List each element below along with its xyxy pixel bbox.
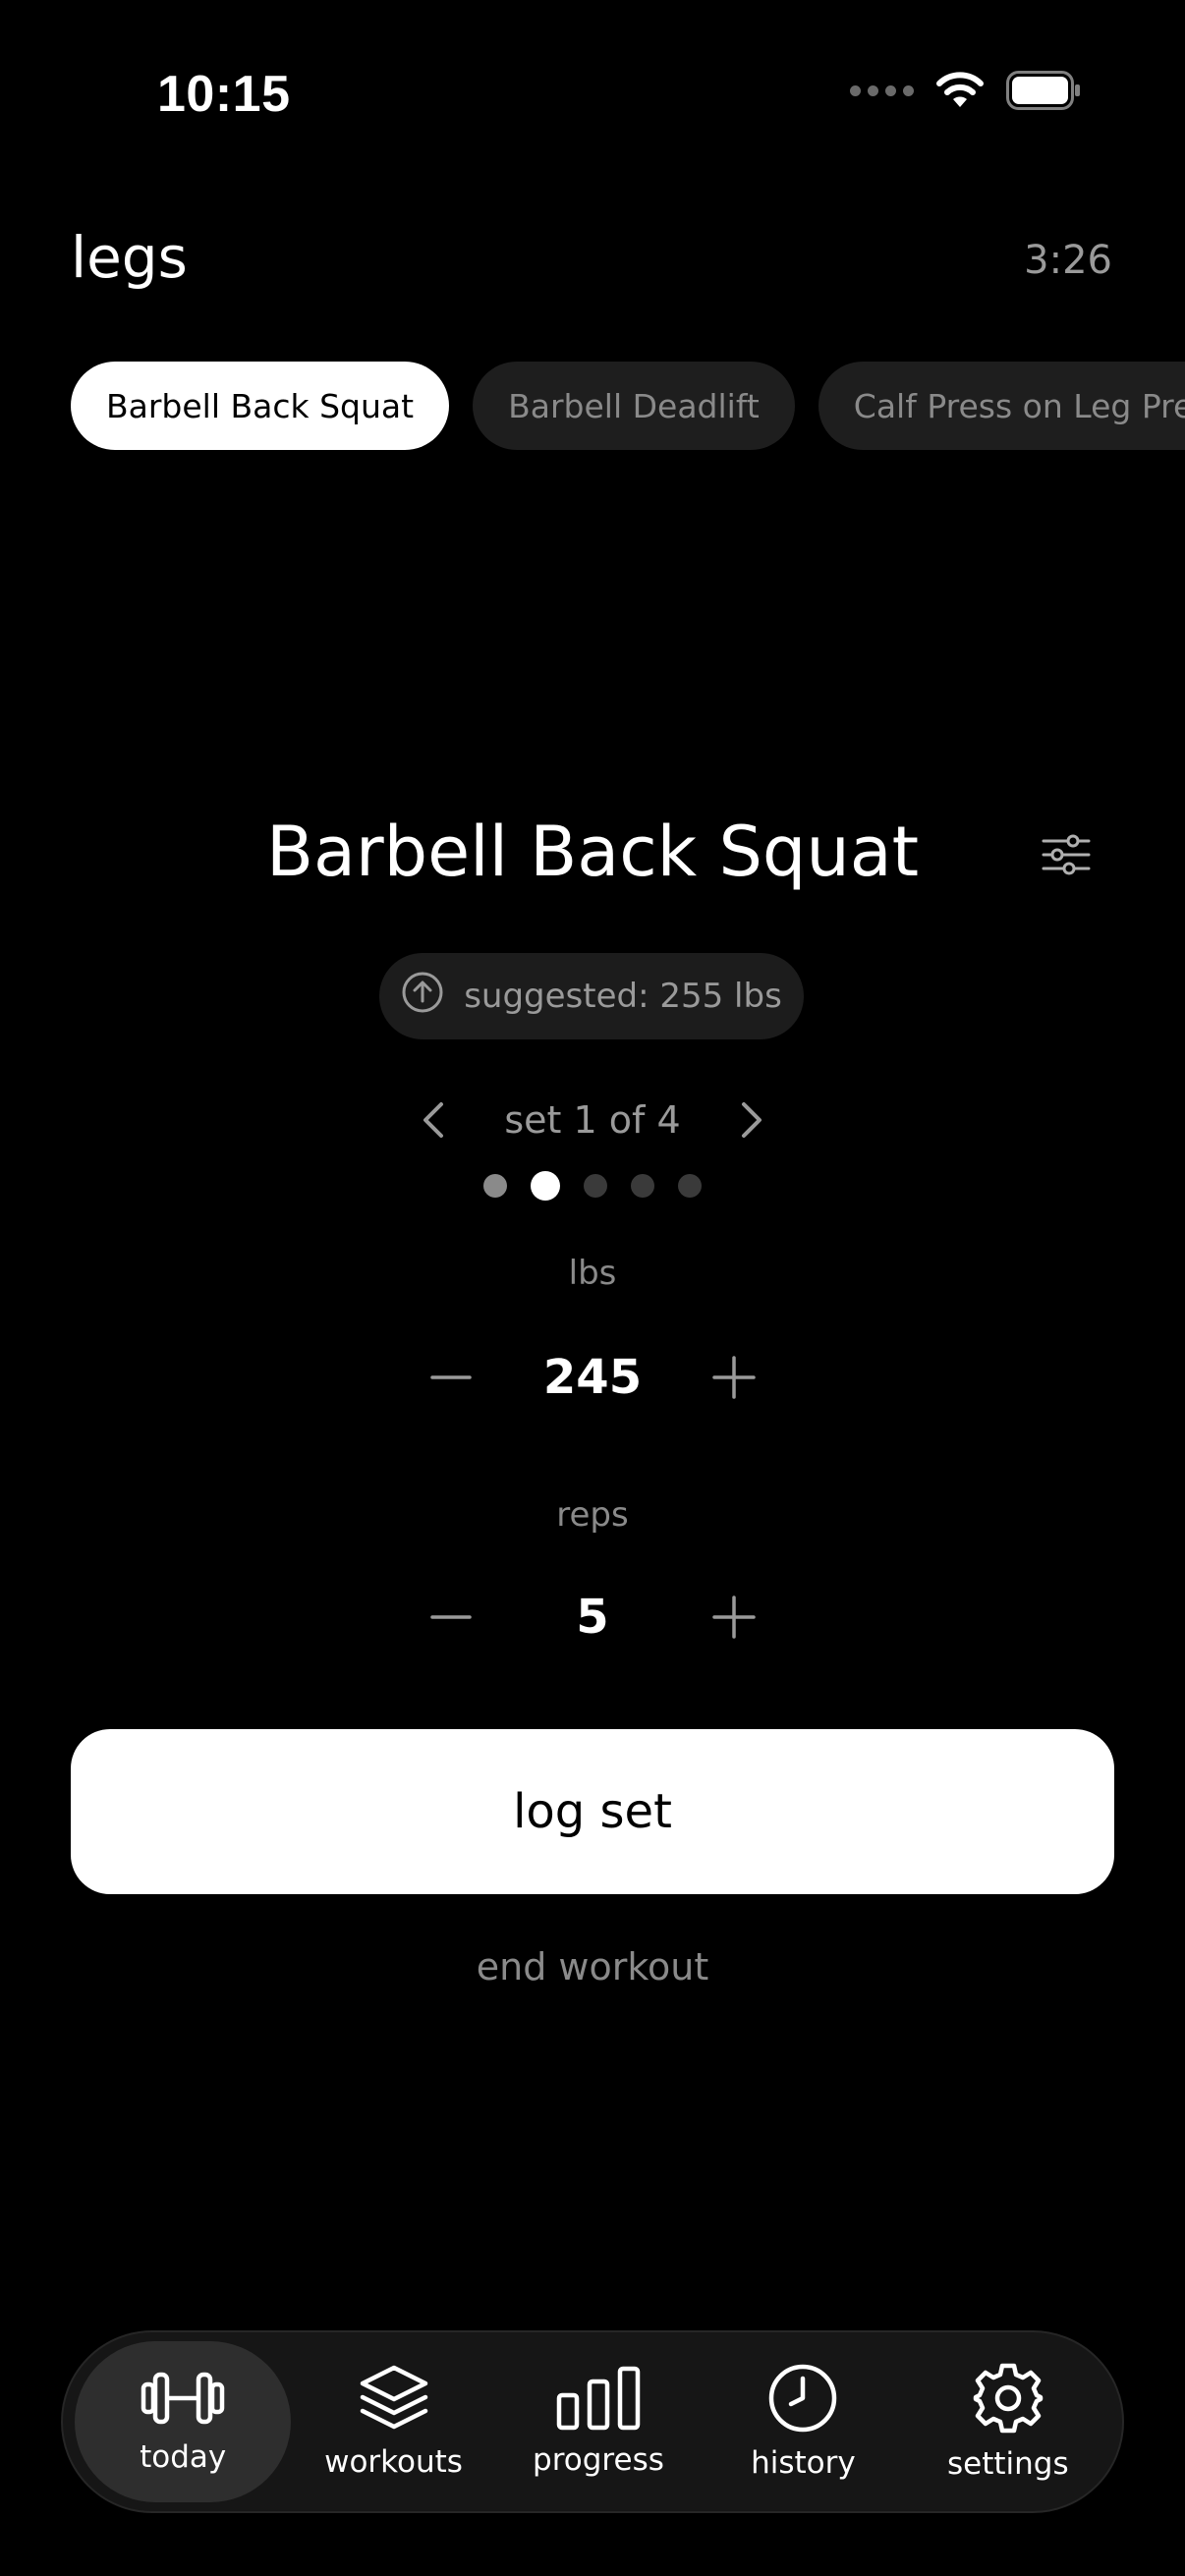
tab-label: history bbox=[751, 2445, 856, 2481]
weight-decrement-button[interactable] bbox=[402, 1338, 500, 1417]
tab-settings[interactable]: settings bbox=[906, 2341, 1110, 2502]
end-workout-button[interactable]: end workout bbox=[0, 1945, 1185, 1988]
log-set-button[interactable]: log set bbox=[71, 1729, 1114, 1894]
weight-value[interactable]: 245 bbox=[500, 1350, 685, 1405]
exercise-chip[interactable]: Barbell Deadlift bbox=[473, 362, 795, 450]
reps-value[interactable]: 5 bbox=[500, 1590, 685, 1645]
exercise-name: Barbell Back Squat bbox=[265, 812, 920, 892]
exercise-chip[interactable]: Barbell Back Squat bbox=[71, 362, 450, 450]
tab-label: settings bbox=[946, 2446, 1069, 2482]
set-dot[interactable] bbox=[584, 1174, 607, 1198]
app-screen: 10:15 legs 3:26 Barbell Back Squat Barbe… bbox=[0, 0, 1185, 2576]
set-navigator: set 1 of 4 bbox=[0, 1091, 1185, 1149]
set-dot[interactable] bbox=[531, 1171, 560, 1201]
cellular-signal-icon bbox=[850, 84, 914, 96]
exercise-chip-row: Barbell Back Squat Barbell Deadlift Calf… bbox=[71, 362, 1185, 450]
exercise-chip[interactable]: Calf Press on Leg Press bbox=[818, 362, 1185, 450]
suggestion-text: suggested: 255 lbs bbox=[464, 977, 782, 1016]
status-time: 10:15 bbox=[157, 66, 291, 123]
reps-decrement-button[interactable] bbox=[402, 1578, 500, 1656]
bar-chart-icon bbox=[555, 2366, 642, 2431]
status-icons bbox=[850, 71, 1081, 110]
set-dot[interactable] bbox=[483, 1174, 507, 1198]
set-dot[interactable] bbox=[631, 1174, 654, 1198]
tab-progress[interactable]: progress bbox=[496, 2341, 701, 2502]
dumbbell-icon bbox=[140, 2369, 226, 2428]
suggestion-badge: suggested: 255 lbs bbox=[379, 953, 804, 1039]
weight-stepper: 245 bbox=[0, 1338, 1185, 1417]
chevron-left-icon[interactable] bbox=[404, 1091, 463, 1149]
tab-today[interactable]: today bbox=[75, 2341, 292, 2502]
set-dot[interactable] bbox=[678, 1174, 702, 1198]
workout-timer: 3:26 bbox=[1024, 238, 1112, 283]
reps-increment-button[interactable] bbox=[685, 1578, 783, 1656]
tab-workouts[interactable]: workouts bbox=[291, 2341, 495, 2502]
chevron-right-icon[interactable] bbox=[722, 1091, 781, 1149]
layers-icon bbox=[359, 2364, 429, 2433]
reps-stepper: 5 bbox=[0, 1578, 1185, 1656]
arrow-up-circle-icon bbox=[401, 971, 444, 1023]
tab-label: today bbox=[140, 2439, 227, 2475]
tab-history[interactable]: history bbox=[701, 2341, 905, 2502]
sliders-icon[interactable] bbox=[1042, 833, 1091, 876]
workout-title: legs bbox=[71, 224, 188, 291]
tab-label: progress bbox=[533, 2442, 664, 2478]
wifi-icon bbox=[935, 72, 985, 109]
clock-icon bbox=[767, 2363, 838, 2434]
battery-icon bbox=[1006, 71, 1081, 110]
tab-label: workouts bbox=[324, 2444, 463, 2480]
set-label: set 1 of 4 bbox=[504, 1098, 681, 1142]
weight-increment-button[interactable] bbox=[685, 1338, 783, 1417]
weight-unit-label: lbs bbox=[568, 1254, 617, 1293]
tab-bar: today workouts progress history settings bbox=[61, 2330, 1124, 2513]
reps-label: reps bbox=[556, 1495, 629, 1535]
set-progress-dots bbox=[0, 1171, 1185, 1201]
gear-icon bbox=[972, 2362, 1044, 2435]
